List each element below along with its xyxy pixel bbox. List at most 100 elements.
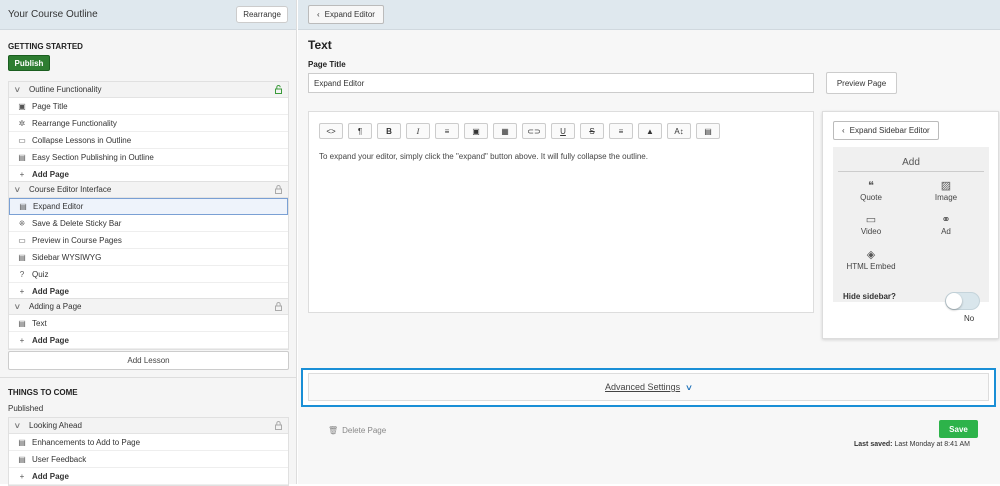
image-block-button[interactable]: ▨ Image [911,179,981,202]
add-page-button[interactable]: + Add Page [9,468,288,485]
sidebar-title: Your Course Outline [8,9,98,20]
list-item[interactable]: ? Quiz [9,266,288,283]
add-page-button[interactable]: + Add Page [9,332,288,349]
document-icon: ▤ [19,202,27,211]
page-heading: Text [308,38,332,52]
page-title-label: Page Title [308,60,346,69]
chevron-down-icon[interactable]: ∨ [14,421,27,430]
quote-block-button[interactable]: ❝ Quote [836,179,906,202]
section-title-getting-started: GETTING STARTED [8,42,83,51]
editor-content[interactable]: To expand your editor, simply click the … [319,152,648,161]
link-icon[interactable]: ⊂⊃ [522,123,546,139]
plus-icon: + [19,286,25,296]
advanced-settings-label: Advanced Settings [605,382,681,392]
unlock-icon[interactable] [275,85,282,94]
list-item[interactable]: ▤ Text [9,315,288,332]
page-icon: ▣ [18,101,26,111]
html-embed-block-button[interactable]: ◈ HTML Embed [836,248,906,271]
lesson-title: Adding a Page [29,302,82,311]
lesson-header[interactable]: ∨ Course Editor Interface [9,182,288,198]
list-item[interactable]: ✲ Rearrange Functionality [9,115,288,132]
document-icon: ▤ [18,454,26,464]
lesson-header[interactable]: ∨ Looking Ahead [9,418,288,434]
section-title-things-to-come: THINGS TO COME [8,388,78,397]
chevron-left-icon: ‹ [317,10,320,19]
page-title-input[interactable]: Expand Editor [308,73,814,93]
rearrange-button[interactable]: Rearrange [236,6,288,23]
lesson-title: Looking Ahead [29,421,82,430]
lesson-adding-a-page: ∨ Adding a Page ▤ Text + Add Page [8,298,289,350]
editor-topbar: ‹ Expand Editor [298,0,1000,30]
image-icon: ▭ [18,235,26,245]
list-item[interactable]: ▤ Enhancements to Add to Page [9,434,288,451]
underline-icon[interactable]: U [551,123,575,139]
image-icon: ▨ [940,180,952,192]
document-icon: ▤ [18,318,26,328]
code-icon[interactable]: <> [319,123,343,139]
hide-sidebar-toggle[interactable] [945,292,980,310]
document-icon: ▤ [18,152,26,162]
sidebar-header: Your Course Outline Rearrange [0,0,296,30]
section-status: Published [8,404,44,413]
list-item[interactable]: ▤ Sidebar WYSIWYG [9,249,288,266]
video-icon: ▭ [865,214,877,226]
lock-icon[interactable] [275,302,282,311]
chevron-left-icon: ‹ [842,126,845,135]
lesson-outline-functionality: ∨ Outline Functionality ▣ Page Title ✲ Rea… [8,81,289,184]
add-lesson-button[interactable]: Add Lesson [8,351,289,370]
list-item[interactable]: ⁜ Save & Delete Sticky Bar [9,215,288,232]
font-size-icon[interactable]: A↕ [667,123,691,139]
lesson-header[interactable]: ∨ Adding a Page [9,299,288,315]
settings-icon: ✲ [18,118,26,128]
italic-icon[interactable]: I [406,123,430,139]
delete-page-button[interactable]: 🗑 Delete Page [328,426,386,435]
table-icon[interactable]: ▦ [493,123,517,139]
list-item-active[interactable]: ▤ Expand Editor [9,198,288,215]
document-icon: ▤ [18,437,26,447]
chevron-down-icon[interactable]: ∨ [14,302,27,311]
expand-editor-button[interactable]: ‹ Expand Editor [308,5,384,24]
paragraph-icon[interactable]: ¶ [348,123,372,139]
embed-icon[interactable]: ▤ [696,123,720,139]
align-left-icon[interactable]: ≡ [609,123,633,139]
lesson-course-editor-interface: ∨ Course Editor Interface ▤ Expand Editor… [8,181,289,301]
chevron-down-icon[interactable]: ∨ [14,85,27,94]
bulleted-list-icon[interactable]: ≡ [435,123,459,139]
plus-icon: + [19,169,25,179]
toggle-value: No [964,314,975,323]
link-icon: ⚭ [941,214,951,226]
list-item[interactable]: ▤ User Feedback [9,451,288,468]
list-item[interactable]: ▭ Preview in Course Pages [9,232,288,249]
image-icon[interactable]: ▣ [464,123,488,139]
publish-button[interactable]: Publish [8,55,50,71]
advanced-settings-box: Advanced Settings ∨ [301,368,996,407]
lesson-header[interactable]: ∨ Outline Functionality [9,82,288,98]
lock-icon[interactable] [275,421,282,430]
expand-sidebar-editor-button[interactable]: ‹ Expand Sidebar Editor [833,121,939,140]
toggle-knob [946,293,962,309]
image-icon: ▭ [18,135,26,145]
ad-block-button[interactable]: ⚭ Ad [911,213,981,236]
trash-icon: 🗑 [328,426,339,435]
strikethrough-icon[interactable]: S [580,123,604,139]
chevron-down-icon[interactable]: ∨ [14,185,27,194]
lesson-title: Outline Functionality [29,85,102,94]
sidebar-editor-panel: ‹ Expand Sidebar Editor Add ❝ Quote ▨ Im… [822,111,999,339]
preview-page-button[interactable]: Preview Page [826,72,897,94]
quote-icon: ❝ [868,180,874,192]
video-block-button[interactable]: ▭ Video [836,213,906,236]
bold-icon[interactable]: B [377,123,401,139]
save-button[interactable]: Save [939,420,978,438]
list-item[interactable]: ▭ Collapse Lessons in Outline [9,132,288,149]
wysiwyg-editor[interactable]: <> ¶ B I ≡ ▣ ▦ ⊂⊃ U S ≡ ▲ A↕ ▤ To expand… [308,111,814,313]
text-color-icon[interactable]: ▲ [638,123,662,139]
list-item[interactable]: ▤ Easy Section Publishing in Outline [9,149,288,166]
advanced-settings-toggle[interactable]: Advanced Settings ∨ [308,373,989,401]
add-panel-title: Add [838,153,984,172]
main-editor-area: ‹ Expand Editor Text Page Title Expand E… [298,0,1000,484]
list-item[interactable]: ▣ Page Title [9,98,288,115]
quiz-icon: ? [19,269,25,279]
lock-icon[interactable] [275,185,282,194]
course-outline-sidebar: Your Course Outline Rearrange GETTING ST… [0,0,297,486]
chevron-down-icon: ∨ [684,382,694,392]
